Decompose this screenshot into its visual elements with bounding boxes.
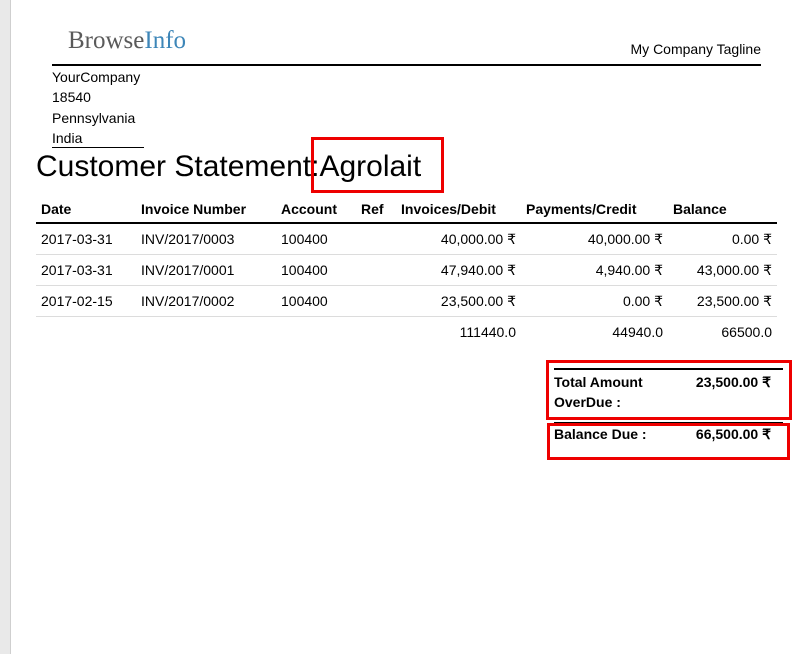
col-header-balance: Balance [668,195,777,224]
logo-text-browse: Browse [68,27,145,54]
address-line-zip: 18540 [52,89,91,106]
company-address: YourCompany 18540 Pennsylvania India [52,67,140,148]
table-totals-row: 111440.0 44940.0 66500.0 [36,317,777,348]
address-line-state: Pennsylvania [52,109,136,126]
cell-debit: 23,500.00 ₹ [396,285,521,317]
cell-ref [356,223,396,255]
total-credit: 44940.0 [612,324,663,340]
cell-ref [356,254,396,286]
cell-date: 2017-03-31 [36,223,136,255]
cell-credit: 0.00 ₹ [521,285,668,317]
col-header-account: Account [276,195,356,224]
col-header-ref: Ref [356,195,396,224]
company-tagline: My Company Tagline [630,41,761,57]
cell-balance: 0.00 ₹ [668,223,777,255]
total-balance: 66500.0 [721,324,772,340]
logo-text-info: Info [144,27,187,54]
balance-due-highlight [547,423,790,460]
title-prefix: Customer Statement: [36,150,320,183]
table-header-row: Date Invoice Number Account Ref Invoices… [36,195,777,224]
header-divider [52,64,761,66]
cell-date: 2017-02-15 [36,285,136,317]
cell-account: 100400 [276,223,356,255]
table-row: 2017-02-15 INV/2017/0002 100400 23,500.0… [36,285,777,317]
address-line-company: YourCompany [52,69,141,85]
col-header-invoice-number: Invoice Number [136,195,276,224]
cell-debit: 47,940.00 ₹ [396,254,521,286]
total-debit: 111440.0 [459,324,516,340]
cell-invoice-number: INV/2017/0001 [136,254,276,286]
cell-invoice-number: INV/2017/0003 [136,223,276,255]
cell-invoice-number: INV/2017/0002 [136,285,276,317]
cell-credit: 40,000.00 ₹ [521,223,668,255]
overdue-highlight [546,360,792,420]
customer-name-highlight [311,137,444,193]
address-line-country: India [52,129,83,146]
statement-page: BrowseInfo My Company Tagline YourCompan… [10,0,804,654]
table-row: 2017-03-31 INV/2017/0001 100400 47,940.0… [36,254,777,286]
col-header-credit: Payments/Credit [521,195,668,224]
col-header-debit: Invoices/Debit [396,195,521,224]
cell-balance: 23,500.00 ₹ [668,285,777,317]
cell-account: 100400 [276,285,356,317]
company-logo: BrowseInfo [68,27,186,55]
col-header-date: Date [36,195,136,224]
cell-balance: 43,000.00 ₹ [668,254,777,286]
cell-ref [356,285,396,317]
cell-date: 2017-03-31 [36,254,136,286]
cell-account: 100400 [276,254,356,286]
cell-debit: 40,000.00 ₹ [396,223,521,255]
statement-table: Date Invoice Number Account Ref Invoices… [36,195,777,347]
table-row: 2017-03-31 INV/2017/0003 100400 40,000.0… [36,223,777,255]
cell-credit: 4,940.00 ₹ [521,254,668,286]
